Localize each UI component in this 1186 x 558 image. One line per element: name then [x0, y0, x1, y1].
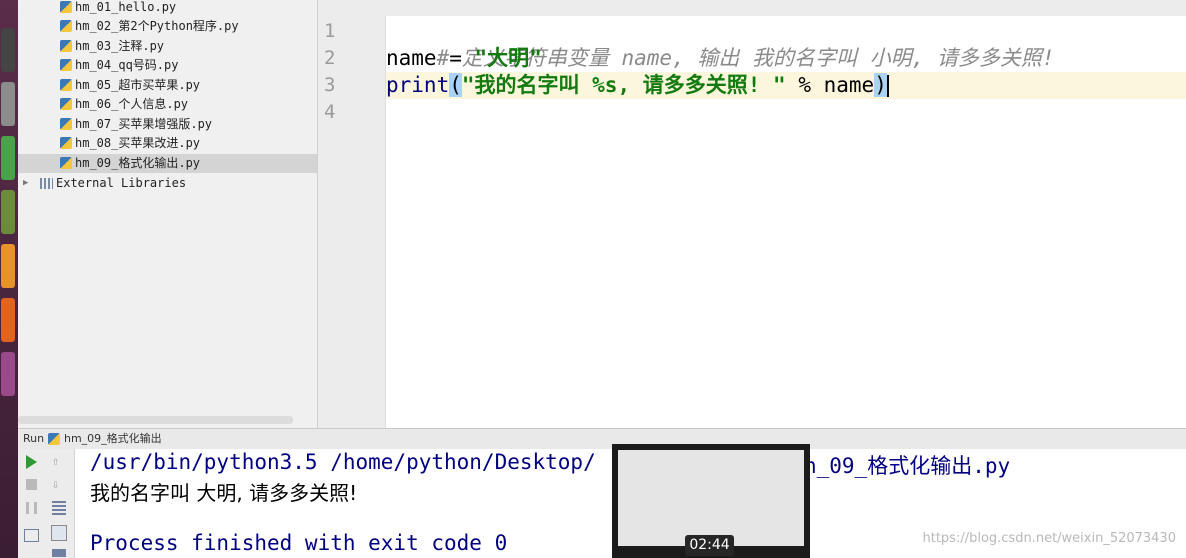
file-item[interactable]: hm_03_注释.py — [18, 37, 317, 56]
file-name: hm_08_买苹果改进.py — [75, 136, 201, 150]
launcher-settings-icon[interactable] — [1, 352, 15, 396]
pause-icon[interactable] — [26, 502, 37, 514]
text-caret — [886, 75, 889, 97]
file-name: hm_05_超市买苹果.py — [75, 78, 201, 92]
python-file-icon — [60, 59, 72, 71]
format-string: "我的名字叫 %s, 请多多关照! " — [461, 73, 786, 97]
file-name: hm_09_格式化输出.py — [75, 156, 201, 170]
file-item[interactable]: hm_04_qq号码.py — [18, 56, 317, 75]
file-name: hm_06_个人信息.py — [75, 97, 189, 111]
code-editor[interactable]: # 定义字符串变量 name, 输出 我的名字叫 小明, 请多多关照! name… — [386, 16, 1186, 428]
variable-assign: name = — [386, 46, 475, 70]
launcher-files-icon[interactable] — [1, 82, 15, 126]
file-name: hm_07_买苹果增强版.py — [75, 117, 213, 131]
python-config-icon — [48, 433, 60, 445]
project-tree-panel: hm_01_hello.py hm_02_第2个Python程序.py hm_0… — [18, 0, 318, 428]
file-name: hm_02_第2个Python程序.py — [75, 19, 239, 33]
code-line-3-current[interactable]: print("我的名字叫 %s, 请多多关照! " % name) — [386, 72, 1186, 99]
file-name: hm_03_注释.py — [75, 39, 165, 53]
format-operator: % name — [785, 73, 875, 97]
python-file-icon — [60, 157, 72, 169]
line-number: 4 — [324, 101, 336, 123]
string-literal: "大明" — [474, 46, 542, 70]
expand-arrow-icon[interactable]: ▶ — [23, 174, 28, 193]
line-number: 3 — [324, 74, 336, 96]
python-file-icon — [60, 98, 72, 110]
up-arrow-icon[interactable]: ⇧ — [52, 454, 66, 468]
launcher-firefox-icon[interactable] — [1, 244, 15, 288]
code-line-2[interactable]: name = "大明" — [386, 45, 1186, 72]
rerun-icon[interactable] — [26, 455, 37, 469]
ubuntu-launcher — [0, 0, 18, 558]
launcher-software-icon[interactable] — [1, 298, 15, 342]
layout-icon[interactable] — [24, 529, 39, 542]
run-toolbar: ⇧ ⇩ — [18, 449, 75, 558]
horizontal-scrollbar[interactable] — [18, 416, 293, 424]
python-file-icon — [60, 137, 72, 149]
file-name: hm_04_qq号码.py — [75, 58, 179, 72]
down-arrow-icon[interactable]: ⇩ — [52, 477, 66, 491]
launcher-pycharm-icon[interactable] — [1, 136, 15, 180]
paren-open: ( — [449, 73, 462, 97]
file-item[interactable]: hm_02_第2个Python程序.py — [18, 17, 317, 36]
paren-close: ) — [874, 73, 887, 97]
watermark-url: https://blog.csdn.net/weixin_52073430 — [922, 531, 1176, 546]
print-function: print — [386, 73, 450, 97]
thumbnail-screen — [618, 450, 804, 546]
editor-tab-strip — [318, 0, 1186, 17]
print-console-icon[interactable] — [51, 525, 67, 541]
run-config-name: hm_09_格式化输出 — [64, 432, 162, 445]
code-line-4[interactable] — [386, 99, 1186, 126]
python-file-icon — [60, 1, 72, 13]
run-panel-header: Run hm_09_格式化输出 — [18, 428, 1186, 450]
library-icon — [40, 178, 53, 189]
file-item[interactable]: hm_01_hello.py — [18, 0, 317, 17]
python-file-icon — [60, 79, 72, 91]
soft-wrap-icon[interactable] — [52, 501, 66, 515]
file-item[interactable]: hm_08_买苹果改进.py — [18, 134, 317, 153]
launcher-app-icon[interactable] — [1, 190, 15, 234]
console-program-output: 我的名字叫 大明, 请多多关照! — [90, 481, 358, 505]
line-number-gutter: 1 2 3 4 — [318, 16, 386, 428]
line-number: 1 — [324, 20, 336, 42]
run-label: Run — [23, 432, 45, 445]
console-command-line: /usr/bin/python3.5 /home/python/Desktop/ — [90, 450, 596, 474]
console-command-line-tail: n_09_格式化输出.py — [804, 454, 1011, 478]
line-number: 2 — [324, 47, 336, 69]
external-libraries-item[interactable]: ▶ External Libraries — [18, 174, 317, 193]
stop-icon[interactable] — [26, 479, 37, 490]
file-item[interactable]: hm_06_个人信息.py — [18, 95, 317, 114]
file-item[interactable]: hm_05_超市买苹果.py — [18, 76, 317, 95]
python-file-icon — [60, 118, 72, 130]
external-libraries-label: External Libraries — [56, 176, 187, 190]
file-name: hm_01_hello.py — [75, 0, 177, 14]
python-file-icon — [60, 40, 72, 52]
file-item[interactable]: hm_07_买苹果增强版.py — [18, 115, 317, 134]
code-line-1[interactable]: # 定义字符串变量 name, 输出 我的名字叫 小明, 请多多关照! — [386, 18, 1186, 70]
video-timestamp: 02:44 — [685, 535, 734, 556]
file-item-selected[interactable]: hm_09_格式化输出.py — [18, 154, 317, 173]
launcher-terminal-icon[interactable] — [1, 28, 15, 72]
clear-console-icon[interactable] — [52, 549, 66, 557]
console-exit-message: Process finished with exit code 0 — [90, 531, 508, 555]
python-file-icon — [60, 20, 72, 32]
